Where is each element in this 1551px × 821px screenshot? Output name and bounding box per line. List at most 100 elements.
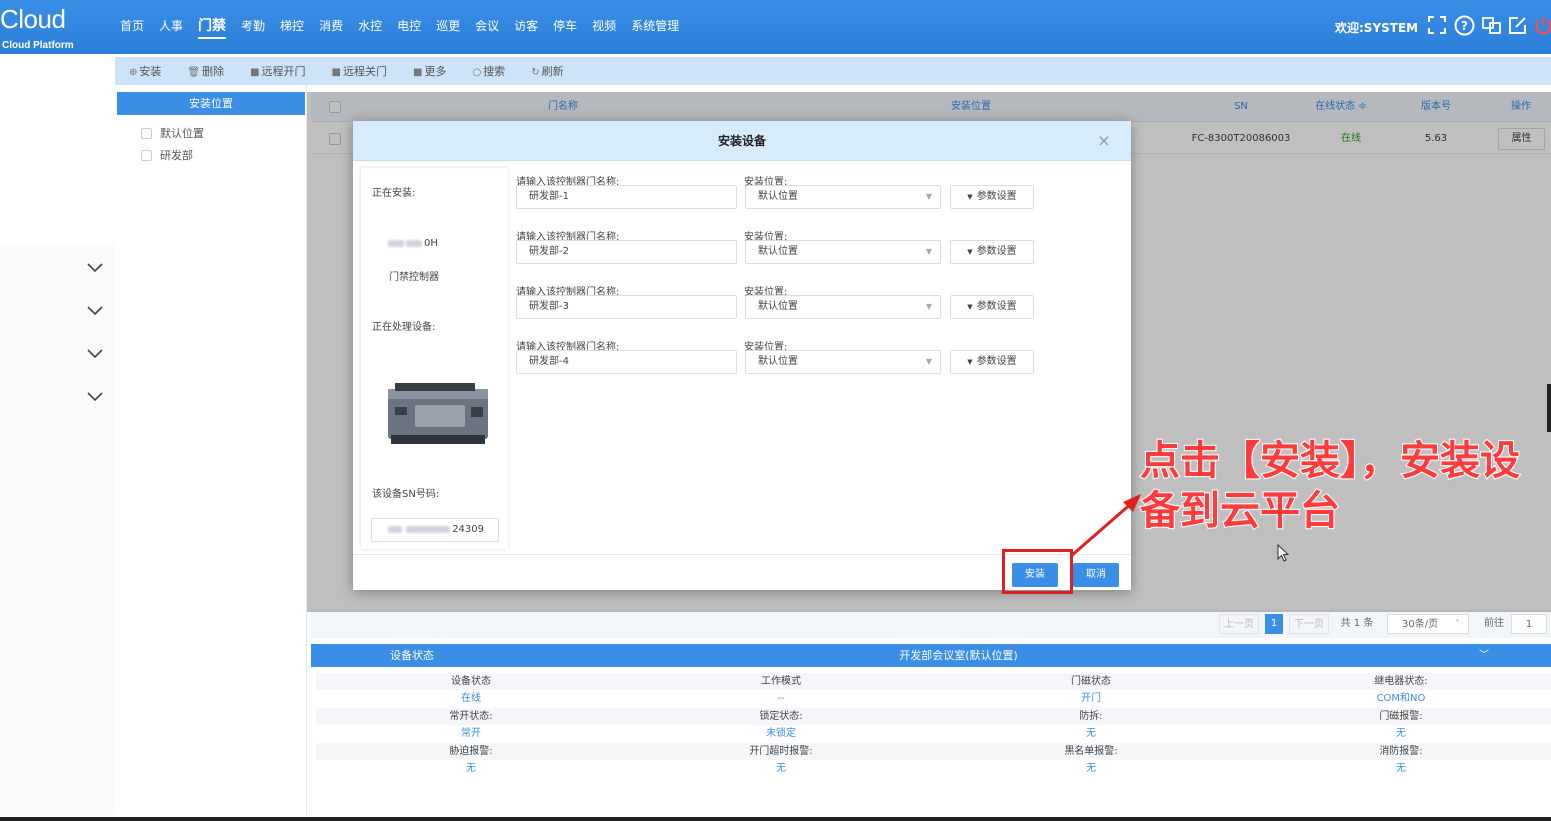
param-settings-button[interactable]: ▼ 参数设置 bbox=[950, 350, 1034, 374]
more-button[interactable]: ■ 更多 bbox=[413, 63, 446, 79]
delete-toolbar-button[interactable]: 🗑 删除 bbox=[187, 63, 224, 79]
sn-value: 24309 bbox=[371, 518, 499, 542]
chevron-down-icon[interactable]: ﹀ bbox=[1479, 644, 1489, 667]
nav-item-access-control[interactable]: 门禁 bbox=[198, 15, 227, 39]
nav-item-meeting[interactable]: 会议 bbox=[475, 17, 499, 37]
chevron-down-icon[interactable] bbox=[86, 301, 104, 319]
prev-page-button[interactable]: 上一页 bbox=[1219, 614, 1259, 634]
param-settings-button[interactable]: ▼ 参数设置 bbox=[950, 295, 1034, 319]
door-name-input[interactable]: 研发部-2 bbox=[516, 240, 737, 264]
door-name-input[interactable]: 研发部-4 bbox=[516, 350, 737, 374]
status-value: -- bbox=[777, 693, 785, 704]
status-value: 无 bbox=[1396, 763, 1406, 774]
chevron-down-icon: ▼ bbox=[925, 247, 932, 256]
logo-subtitle: Cloud Platform bbox=[2, 40, 74, 51]
remote-close-button[interactable]: ■ 远程关门 bbox=[332, 63, 387, 79]
chevron-down-icon[interactable] bbox=[86, 258, 104, 276]
annotation-line-1: 点击【安装】，安装设 bbox=[1139, 437, 1521, 485]
redacted-mark bbox=[406, 525, 451, 533]
tree-node-rnd[interactable]: 研发部 bbox=[141, 147, 193, 163]
install-button-highlight bbox=[1002, 549, 1073, 594]
controller-device-image bbox=[388, 383, 488, 444]
nav-item-home[interactable]: 首页 bbox=[120, 17, 144, 37]
nav-item-consumption[interactable]: 消费 bbox=[319, 17, 343, 37]
language-icon[interactable] bbox=[1481, 15, 1502, 36]
total-count: 共 1 条 bbox=[1340, 618, 1374, 629]
status-value: 未锁定 bbox=[766, 728, 796, 739]
refresh-button[interactable]: ↻ 刷新 bbox=[531, 63, 563, 79]
close-icon[interactable]: × bbox=[1094, 131, 1114, 151]
svg-text:?: ? bbox=[1461, 19, 1468, 33]
more-icon: ■ bbox=[413, 67, 423, 78]
installing-label: 正在安装: bbox=[372, 188, 416, 199]
page-1-button[interactable]: 1 bbox=[1265, 614, 1283, 634]
location-select[interactable]: 默认位置 ▼ bbox=[745, 295, 941, 319]
help-icon[interactable]: ? bbox=[1454, 15, 1475, 36]
goto-page-input[interactable]: 1 bbox=[1511, 614, 1547, 634]
door-icon: ■ bbox=[331, 67, 341, 78]
status-value: 开门 bbox=[1081, 693, 1101, 704]
status-label: 防拆: bbox=[936, 708, 1246, 725]
location-tree-panel: 安装位置 默认位置 研发部 bbox=[115, 85, 307, 815]
tree-node-default[interactable]: 默认位置 bbox=[141, 125, 204, 141]
location-select[interactable]: 默认位置 ▼ bbox=[745, 350, 941, 374]
nav-item-patrol[interactable]: 巡更 bbox=[436, 17, 460, 37]
dialog-title: 安装设备 bbox=[717, 134, 766, 148]
param-settings-button[interactable]: ▼ 参数设置 bbox=[950, 185, 1034, 209]
status-label: 常开状态: bbox=[316, 708, 626, 725]
chevron-down-icon: ▼ bbox=[925, 302, 932, 311]
checkbox[interactable] bbox=[141, 127, 152, 139]
nav-item-power[interactable]: 电控 bbox=[397, 17, 421, 37]
mouse-cursor-icon bbox=[1277, 544, 1289, 562]
nav-item-parking[interactable]: 停车 bbox=[553, 17, 577, 37]
door-name-input[interactable]: 研发部-1 bbox=[516, 185, 737, 209]
scrollbar[interactable] bbox=[1547, 384, 1551, 432]
status-label: 门磁报警: bbox=[1246, 708, 1551, 725]
next-page-button[interactable]: 下一页 bbox=[1289, 614, 1329, 634]
goto-label: 前往 bbox=[1484, 618, 1504, 629]
caret-down-icon: ▼ bbox=[967, 303, 973, 311]
door-name-input[interactable]: 研发部-3 bbox=[516, 295, 737, 319]
status-label: 消防报警: bbox=[1246, 743, 1551, 760]
device-type: 门禁控制器 bbox=[389, 272, 439, 283]
door-form-row: 请输入该控制器门名称: 研发部-3 安装位置: 默认位置 ▼ ▼ 参数设置 bbox=[516, 283, 1116, 333]
caret-down-icon: ▼ bbox=[967, 248, 973, 256]
install-toolbar-button[interactable]: ⊕ 安装 bbox=[129, 63, 161, 79]
edit-icon[interactable] bbox=[1507, 15, 1528, 36]
status-label: 工作模式 bbox=[626, 673, 936, 690]
nav-item-elevator[interactable]: 梯控 bbox=[280, 17, 304, 37]
status-label: 继电器状态: bbox=[1246, 673, 1551, 690]
status-label: 开门超时报警: bbox=[626, 743, 936, 760]
param-settings-button[interactable]: ▼ 参数设置 bbox=[950, 240, 1034, 264]
power-icon[interactable] bbox=[1533, 15, 1551, 36]
chevron-down-icon[interactable] bbox=[86, 387, 104, 405]
remote-open-button[interactable]: ■ 远程开门 bbox=[250, 63, 305, 79]
nav-item-attendance[interactable]: 考勤 bbox=[241, 17, 265, 37]
nav-item-personnel[interactable]: 人事 bbox=[159, 17, 183, 37]
search-button[interactable]: ○ 搜索 bbox=[472, 63, 505, 79]
location-select[interactable]: 默认位置 ▼ bbox=[745, 185, 941, 209]
chevron-down-icon: ˅ bbox=[1455, 619, 1460, 630]
nav-item-visitor[interactable]: 访客 bbox=[514, 17, 538, 37]
nav-item-video[interactable]: 视频 bbox=[592, 17, 616, 37]
redacted-mark bbox=[406, 239, 422, 247]
processing-label: 正在处理设备: bbox=[372, 322, 436, 333]
tutorial-annotation: 点击【安装】，安装设 备到云平台 bbox=[1139, 436, 1551, 536]
location-select[interactable]: 默认位置 ▼ bbox=[745, 240, 941, 264]
door-form-row: 请输入该控制器门名称: 研发部-4 安装位置: 默认位置 ▼ ▼ 参数设置 bbox=[516, 338, 1116, 388]
chevron-down-icon[interactable] bbox=[86, 344, 104, 362]
nav-item-system[interactable]: 系统管理 bbox=[631, 17, 679, 37]
nav-item-water[interactable]: 水控 bbox=[358, 17, 382, 37]
top-bar: Cloud Cloud Platform 首页 人事 门禁 考勤 梯控 消费 水… bbox=[0, 0, 1551, 54]
fullscreen-icon[interactable] bbox=[1426, 15, 1447, 36]
page-size-select[interactable]: 30条/页 ˅ bbox=[1387, 614, 1469, 634]
chevron-down-icon: ▼ bbox=[925, 357, 932, 366]
device-info-card: 正在安装: 0H 门禁控制器 正在处理设备: 该设备SN号码: 24309 bbox=[361, 168, 508, 549]
checkbox[interactable] bbox=[141, 149, 152, 161]
status-label: 黑名单报警: bbox=[936, 743, 1246, 760]
redacted-mark bbox=[388, 239, 404, 247]
status-value: 无 bbox=[776, 763, 786, 774]
pagination: 上一页 1 下一页 共 1 条 30条/页 ˅ 前往 1 bbox=[311, 610, 1551, 638]
annotation-line-2: 备到云平台 bbox=[1139, 487, 1341, 535]
device-code: 0H bbox=[388, 238, 438, 249]
